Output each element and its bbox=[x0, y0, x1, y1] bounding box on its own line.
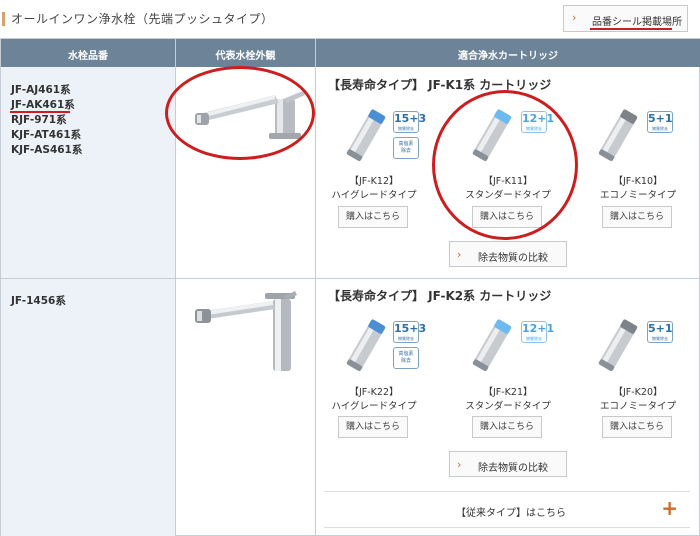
high-chlorine-badge: 高塩素 除去 bbox=[393, 137, 419, 159]
cartridge-code: 【JF-K21】 bbox=[483, 387, 533, 398]
cartridge-image bbox=[346, 109, 386, 162]
cartridge-image bbox=[598, 319, 638, 372]
cartridge-image bbox=[472, 319, 512, 372]
cartridge-type: スタンダードタイプ bbox=[465, 401, 551, 412]
label-location-button[interactable]: › 品番シール掲載場所 bbox=[563, 5, 688, 32]
legacy-type-accordion[interactable]: 【従来タイプ】はこちら + bbox=[324, 491, 690, 528]
divider bbox=[315, 39, 316, 536]
buy-button[interactable]: 購入はこちら bbox=[602, 206, 672, 228]
cartridge-type: ハイグレードタイプ bbox=[331, 401, 417, 412]
label-location-button-label: 品番シール掲載場所 bbox=[592, 17, 682, 28]
removal-badge: 5+1 物質除去 bbox=[647, 111, 673, 133]
cartridge-code: 【JF-K10】 bbox=[613, 176, 663, 187]
cartridge-type: ハイグレードタイプ bbox=[331, 190, 417, 201]
removal-badge: 12+1 物質除去 bbox=[521, 321, 555, 343]
high-chlorine-badge: 高塩素 除去 bbox=[393, 347, 419, 369]
model-number: JF-1456系 bbox=[11, 295, 66, 307]
buy-button[interactable]: 購入はこちら bbox=[338, 416, 408, 438]
compare-button[interactable]: › 除去物質の比較 bbox=[449, 451, 567, 477]
cartridge-section-title: 【長寿命タイプ】 JF-K2系 カートリッジ bbox=[328, 289, 552, 303]
faucet-image bbox=[195, 291, 297, 371]
model-cell-2 bbox=[1, 279, 175, 536]
page-header: オールインワン浄水栓（先端プッシュタイプ） › 品番シール掲載場所 bbox=[0, 0, 700, 38]
divider bbox=[1, 278, 700, 279]
model-number: JF-AJ461系 bbox=[11, 84, 71, 96]
chevron-right-icon: › bbox=[572, 11, 577, 24]
annotation-underline bbox=[590, 28, 672, 30]
removal-badge: 15+3 物質除去 bbox=[393, 111, 427, 133]
cartridge-type: エコノミータイプ bbox=[599, 401, 676, 412]
annotation-circle bbox=[165, 66, 315, 160]
annotation-circle bbox=[432, 90, 578, 240]
chevron-right-icon: › bbox=[457, 458, 462, 471]
buy-button[interactable]: 購入はこちら bbox=[338, 206, 408, 228]
column-header-model: 水栓品番 bbox=[68, 51, 108, 62]
cartridge-type: エコノミータイプ bbox=[599, 190, 676, 201]
model-number: KJF-AT461系 bbox=[11, 129, 82, 141]
model-number: JF-AK461系 bbox=[11, 99, 75, 111]
removal-badge: 15+3 物質除去 bbox=[393, 321, 427, 343]
page-title: オールインワン浄水栓（先端プッシュタイプ） bbox=[11, 12, 274, 26]
faucet-cartridge-table: 水栓品番 代表水栓外観 適合浄水カートリッジ JF-AJ461系 JF-AK46… bbox=[0, 38, 700, 536]
cartridge-code: 【JF-K20】 bbox=[613, 387, 663, 398]
plus-icon[interactable]: + bbox=[661, 496, 678, 520]
column-header-appearance: 代表水栓外観 bbox=[215, 51, 276, 62]
title-accent-bar bbox=[2, 12, 5, 26]
table-header: 水栓品番 代表水栓外観 適合浄水カートリッジ bbox=[1, 39, 700, 67]
cartridge-image bbox=[598, 109, 638, 162]
column-header-cartridge: 適合浄水カートリッジ bbox=[458, 51, 558, 62]
legacy-type-label: 【従来タイプ】はこちら bbox=[456, 508, 566, 519]
cartridge-image bbox=[346, 319, 386, 372]
cartridge-code: 【JF-K22】 bbox=[349, 387, 399, 398]
compare-button[interactable]: › 除去物質の比較 bbox=[449, 241, 567, 267]
model-number: KJF-AS461系 bbox=[11, 144, 83, 156]
compare-button-label: 除去物質の比較 bbox=[478, 463, 548, 474]
compare-button-label: 除去物質の比較 bbox=[478, 253, 548, 264]
removal-badge: 5+1 物質除去 bbox=[647, 321, 673, 343]
buy-button[interactable]: 購入はこちら bbox=[602, 416, 672, 438]
model-number: RJF-971系 bbox=[11, 114, 67, 126]
chevron-right-icon: › bbox=[457, 248, 462, 261]
buy-button[interactable]: 購入はこちら bbox=[472, 416, 542, 438]
cartridge-code: 【JF-K12】 bbox=[349, 176, 399, 187]
